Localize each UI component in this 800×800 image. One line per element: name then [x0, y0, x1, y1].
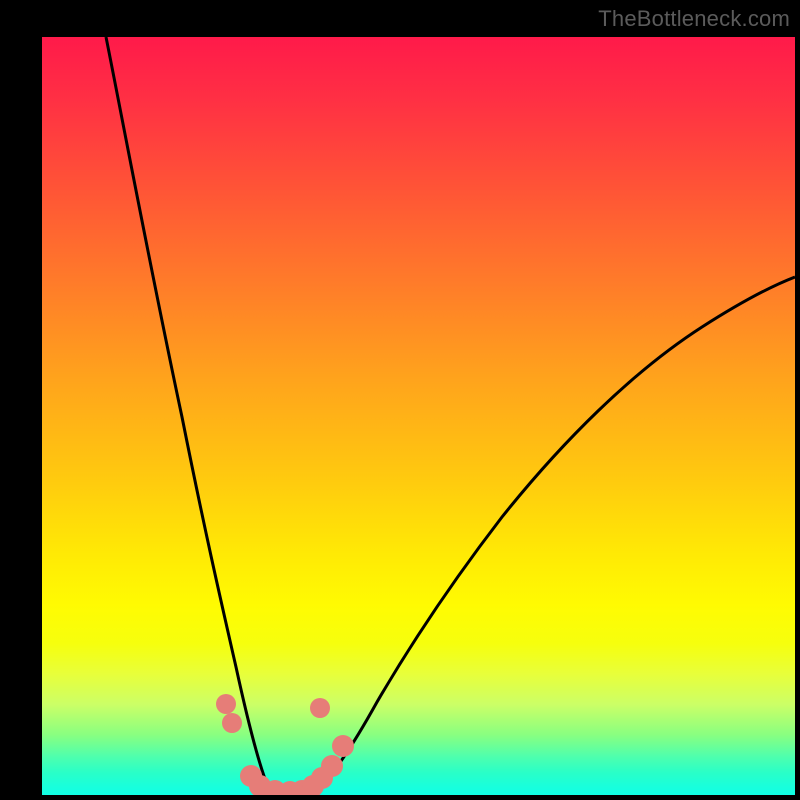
marker-dot [216, 694, 236, 714]
plot-area [42, 37, 795, 795]
curve-right-branch [313, 277, 795, 794]
chart-frame: TheBottleneck.com [0, 0, 800, 800]
watermark-text: TheBottleneck.com [598, 6, 790, 32]
marker-dot [310, 698, 330, 718]
marker-dot [222, 713, 242, 733]
curve-layer [42, 37, 795, 795]
marker-dot [332, 735, 354, 757]
marker-group [216, 694, 354, 795]
curve-left-branch [106, 37, 268, 795]
marker-dot [321, 755, 343, 777]
